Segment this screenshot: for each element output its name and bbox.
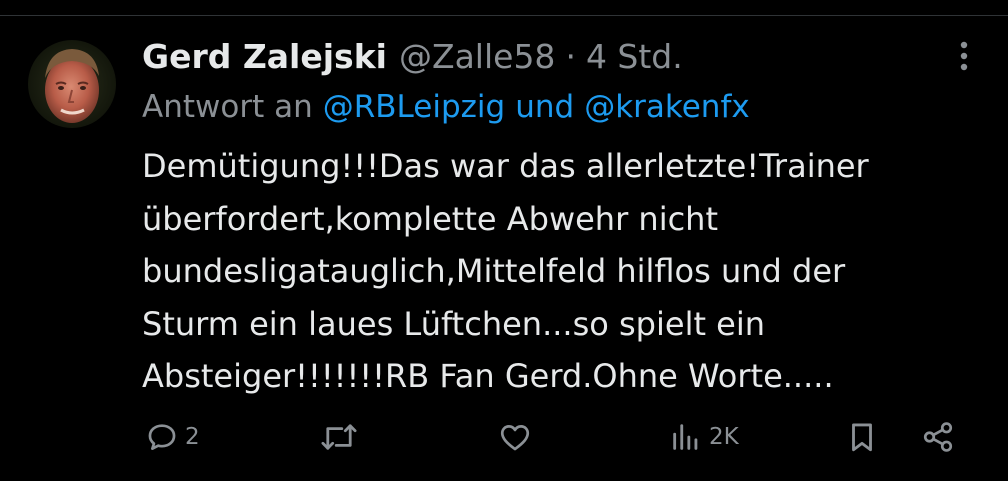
tweet-text-line: bundesligatauglich,Mittelfeld hilflos un… xyxy=(142,252,846,290)
author-handle[interactable]: @Zalle58 xyxy=(399,37,555,76)
action-bar: 2 2K xyxy=(0,415,1008,459)
tweet-text: Demütigung!!!Das war das allerletzte!Tra… xyxy=(142,140,982,403)
reply-count: 2 xyxy=(185,424,200,450)
timestamp[interactable]: 4 Std. xyxy=(586,37,683,76)
bookmark-button[interactable] xyxy=(845,415,879,459)
top-divider xyxy=(0,15,1008,16)
tweet-text-line: Demütigung!!!Das war das allerletzte!Tra… xyxy=(142,147,869,185)
tweet-text-line: Sturm ein laues Lüftchen...so spielt ein xyxy=(142,304,766,343)
heart-icon xyxy=(500,425,530,451)
tweet-text-line: überfordert,komplette Abwehr nicht xyxy=(142,199,718,238)
views-count: 2K xyxy=(709,424,739,450)
tweet-text-line: Absteiger!!!!!!!RB Fan Gerd.Ohne Worte..… xyxy=(142,357,834,395)
bookmark-icon xyxy=(852,423,872,452)
reply-prefix: Antwort an xyxy=(142,89,313,125)
author-name[interactable]: Gerd Zalejski xyxy=(142,37,387,76)
avatar-photo xyxy=(28,40,116,128)
separator-dot: · xyxy=(565,36,576,76)
views-button[interactable]: 2K xyxy=(669,415,739,459)
more-options-button[interactable] xyxy=(950,38,978,74)
mention-link[interactable]: @krakenfx xyxy=(584,89,750,125)
retweet-icon xyxy=(321,424,357,450)
mention-link[interactable]: @RBLeipzig xyxy=(323,89,505,125)
reply-icon xyxy=(148,424,176,450)
reply-button[interactable]: 2 xyxy=(145,415,200,459)
avatar[interactable] xyxy=(28,40,116,128)
share-icon xyxy=(923,422,953,452)
more-vertical-icon xyxy=(960,41,968,71)
views-icon xyxy=(673,424,698,450)
mention-joiner: und xyxy=(515,89,575,125)
reply-context: Antwort an @RBLeipzig und @krakenfx xyxy=(142,85,750,129)
like-button[interactable] xyxy=(497,415,533,459)
share-button[interactable] xyxy=(920,415,956,459)
tweet-header: Gerd Zalejski @Zalle58 · 4 Std. xyxy=(142,34,683,78)
retweet-button[interactable] xyxy=(318,415,360,459)
